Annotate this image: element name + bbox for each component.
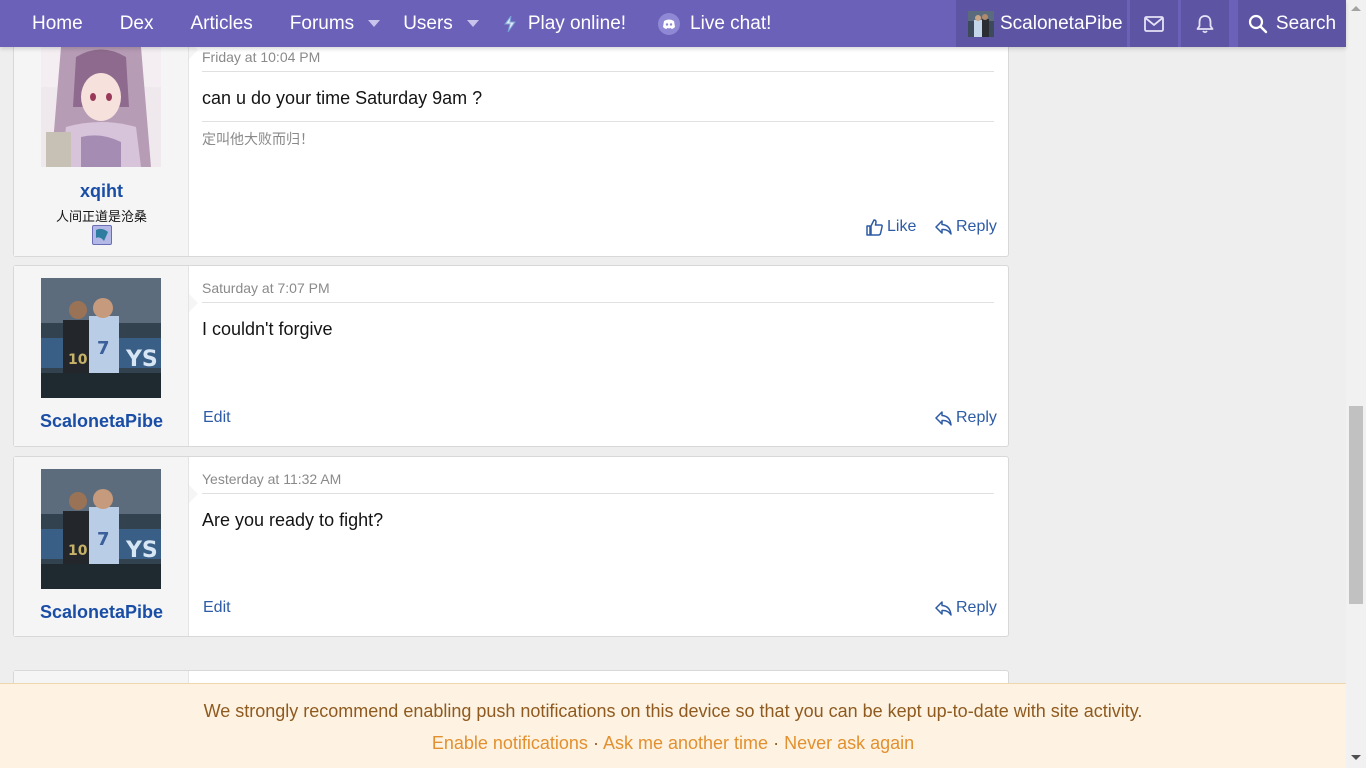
page-scrollbar[interactable] [1346, 0, 1366, 768]
message-user-cell: YS 7 10 ScalonetaPibe [14, 266, 189, 446]
message-body: Saturday at 7:07 PM I couldn't forgive [202, 280, 994, 340]
svg-text:7: 7 [97, 529, 110, 550]
separator: · [592, 733, 599, 753]
nav-forums[interactable]: Forums [289, 0, 381, 47]
reply-label: Reply [956, 218, 997, 235]
svg-text:YS: YS [125, 347, 158, 372]
message-pointer [189, 485, 198, 503]
edit-button[interactable]: Edit [203, 599, 231, 617]
avatar[interactable] [41, 47, 161, 167]
signature-divider [202, 121, 994, 122]
profile-post-xqiht: xqiht 人间正道是沧桑 Friday at 10:04 PM can u d… [13, 30, 1009, 257]
nav-dex[interactable]: Dex [120, 0, 154, 47]
svg-text:10: 10 [68, 543, 88, 559]
message-body: Friday at 10:04 PM can u do your time Sa… [202, 49, 994, 149]
nav-users-label: Users [403, 12, 453, 34]
reply-button[interactable]: Reply [935, 409, 997, 427]
edit-button[interactable]: Edit [203, 409, 231, 427]
nav-articles-label: Articles [190, 12, 253, 34]
forums-dropdown-chevron-icon[interactable] [368, 20, 381, 27]
discord-icon [658, 12, 681, 35]
bell-icon [1196, 14, 1214, 33]
search-button[interactable]: Search [1238, 0, 1346, 47]
nav-dex-label: Dex [119, 12, 154, 34]
reply-label: Reply [956, 599, 997, 616]
nav-articles[interactable]: Articles [190, 0, 252, 47]
scrollbar-thumb[interactable] [1349, 406, 1363, 604]
user-banner-icon [92, 225, 112, 245]
svg-text:YS: YS [125, 538, 158, 563]
user-signature: 定叫他大败而归！ [202, 131, 314, 147]
reply-arrow-icon [935, 410, 952, 426]
reply-label: Reply [956, 409, 997, 426]
envelope-icon [1144, 15, 1164, 32]
search-icon [1248, 14, 1268, 33]
nav-live-chat-label: Live chat! [690, 12, 772, 34]
scroll-down-arrow-icon[interactable] [1351, 755, 1361, 760]
nav-account-area: ScalonetaPibe Search [956, 0, 1346, 47]
nav-play-online[interactable]: Play online! [501, 0, 626, 47]
reply-arrow-icon [935, 219, 952, 235]
nav-home-label: Home [32, 12, 83, 34]
avatar[interactable]: YS 7 10 [41, 469, 161, 589]
reply-button[interactable]: Reply [935, 218, 997, 236]
message-body: Yesterday at 11:32 AM Are you ready to f… [202, 471, 994, 531]
separator: · [773, 733, 780, 753]
user-title: 人间正道是沧桑 [55, 209, 147, 224]
message-date[interactable]: Saturday at 7:07 PM [202, 280, 994, 296]
nav-main-links: Home Dex Articles Forums Users Play onli… [0, 0, 771, 47]
users-dropdown-chevron-icon[interactable] [466, 20, 479, 27]
reply-arrow-icon [935, 600, 952, 616]
nav-play-online-label: Play online! [527, 12, 627, 34]
message-pointer [189, 294, 198, 312]
like-label: Like [887, 218, 917, 235]
svg-text:10: 10 [68, 352, 88, 368]
profile-post-scalonetapibe-1: YS 7 10 ScalonetaPibe Saturday at 7:07 P… [13, 265, 1009, 447]
username-link[interactable]: ScalonetaPibe [14, 411, 189, 432]
notice-links: Enable notifications · Ask me another ti… [0, 733, 1346, 754]
never-ask-link[interactable]: Never ask again [784, 733, 914, 753]
enable-notifications-link[interactable]: Enable notifications [432, 733, 588, 753]
alerts-button[interactable] [1181, 0, 1229, 47]
divider [202, 493, 994, 494]
search-label: Search [1275, 12, 1337, 34]
ask-later-link[interactable]: Ask me another time [603, 733, 768, 753]
message-user-cell: xqiht 人间正道是沧桑 [14, 31, 189, 256]
nav-forums-label: Forums [289, 12, 355, 34]
push-notification-notice: We strongly recommend enabling push noti… [0, 683, 1346, 768]
nav-live-chat[interactable]: Live chat! [658, 0, 771, 47]
conversations-button[interactable] [1130, 0, 1178, 47]
divider [202, 302, 994, 303]
top-navigation-bar: Home Dex Articles Forums Users Play onli… [0, 0, 1346, 47]
divider [202, 71, 994, 72]
edit-label: Edit [203, 599, 231, 616]
avatar[interactable]: YS 7 10 [41, 278, 161, 398]
edit-label: Edit [203, 409, 231, 426]
reply-button[interactable]: Reply [935, 599, 997, 617]
message-content: I couldn't forgive [202, 319, 333, 339]
message-date[interactable]: Yesterday at 11:32 AM [202, 471, 994, 487]
message-content: Are you ready to fight? [202, 510, 384, 530]
message-user-cell: YS 7 10 ScalonetaPibe [14, 457, 189, 636]
nav-users[interactable]: Users [403, 0, 479, 47]
message-content: can u do your time Saturday 9am ? [202, 88, 483, 108]
username-link[interactable]: ScalonetaPibe [14, 602, 189, 623]
username-link[interactable]: xqiht [14, 181, 189, 202]
account-name: ScalonetaPibe [1000, 12, 1123, 34]
svg-text:7: 7 [97, 338, 110, 359]
thumbs-up-icon [866, 218, 883, 236]
showdown-icon [503, 15, 516, 32]
message-date[interactable]: Friday at 10:04 PM [202, 49, 994, 65]
account-avatar [968, 10, 994, 37]
like-button[interactable]: Like [866, 218, 916, 236]
nav-home[interactable]: Home [32, 0, 83, 47]
notice-text: We strongly recommend enabling push noti… [203, 701, 1143, 721]
account-menu[interactable]: ScalonetaPibe [956, 0, 1127, 47]
scroll-up-arrow-icon[interactable] [1351, 6, 1361, 11]
profile-post-scalonetapibe-2: YS 7 10 ScalonetaPibe Yesterday at 11:32… [13, 456, 1009, 637]
